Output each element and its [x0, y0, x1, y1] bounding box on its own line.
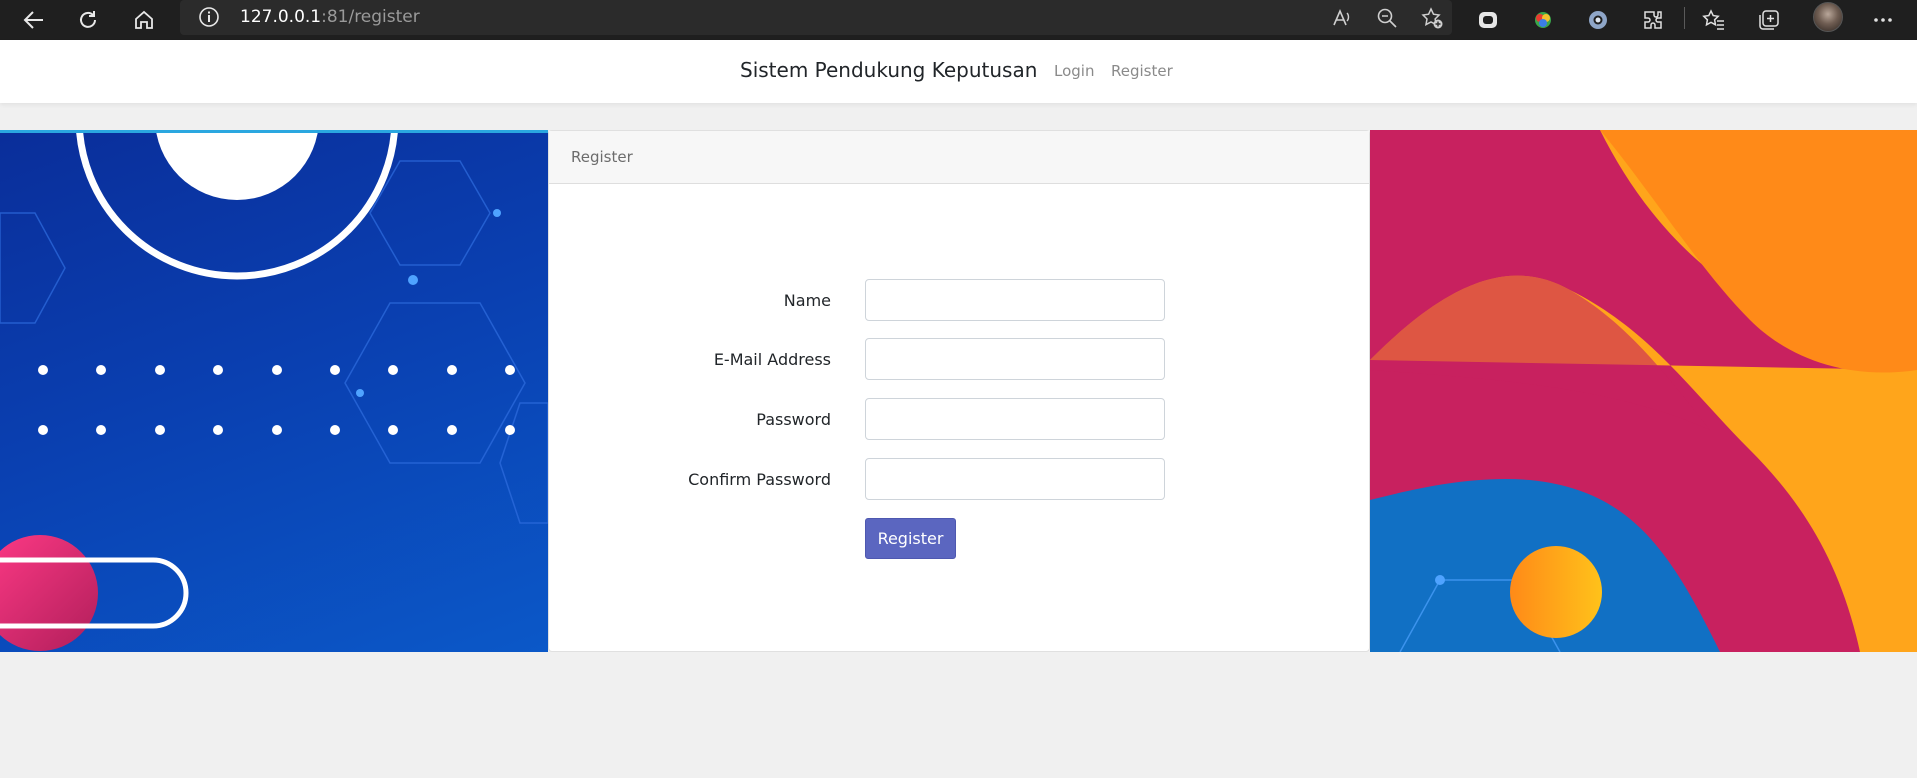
confirm-password-label: Confirm Password	[688, 470, 831, 489]
email-label: E-Mail Address	[713, 350, 831, 369]
site-info-icon[interactable]	[198, 6, 220, 28]
collections-icon[interactable]	[1749, 0, 1789, 40]
home-icon[interactable]	[124, 0, 164, 40]
url-text: 127.0.0.1:81/register	[240, 7, 420, 27]
extension-c-icon[interactable]	[1578, 0, 1618, 40]
read-aloud-icon[interactable]	[1322, 0, 1362, 35]
nav-login-link[interactable]: Login	[1054, 62, 1094, 80]
extension-b-icon[interactable]	[1523, 0, 1563, 40]
url-path: :81/register	[321, 7, 420, 27]
extensions-icon[interactable]	[1633, 0, 1673, 40]
back-icon[interactable]	[14, 0, 54, 40]
address-bar[interactable]: 127.0.0.1:81/register	[180, 0, 1452, 35]
password-input[interactable]	[865, 398, 1165, 440]
password-label: Password	[756, 410, 831, 429]
email-row: E-Mail Address	[549, 338, 1371, 382]
reload-icon[interactable]	[68, 0, 108, 40]
card-header: Register	[549, 131, 1369, 184]
zoom-out-icon[interactable]	[1367, 0, 1407, 35]
name-label: Name	[783, 291, 831, 310]
email-input[interactable]	[865, 338, 1165, 380]
password-row: Password	[549, 398, 1371, 442]
nav-register-link[interactable]: Register	[1111, 62, 1173, 80]
register-card: Register Name E-Mail Address Password Co…	[548, 130, 1370, 652]
left-background-art	[0, 130, 548, 652]
name-input[interactable]	[865, 279, 1165, 321]
profile-avatar[interactable]	[1813, 2, 1843, 32]
app-navbar: Sistem Pendukung Keputusan Login Registe…	[0, 40, 1917, 103]
confirm-password-row: Confirm Password	[549, 458, 1371, 502]
url-host: 127.0.0.1	[240, 7, 322, 27]
browser-toolbar: 127.0.0.1:81/register	[0, 0, 1917, 40]
brand-title[interactable]: Sistem Pendukung Keputusan	[740, 58, 1037, 82]
favorites-icon[interactable]	[1694, 0, 1734, 40]
extension-a-icon[interactable]	[1468, 0, 1508, 40]
toolbar-separator	[1684, 7, 1685, 29]
right-background-art	[1370, 130, 1917, 652]
add-favorite-icon[interactable]	[1412, 0, 1452, 35]
name-row: Name	[549, 279, 1371, 323]
register-button[interactable]: Register	[865, 518, 956, 559]
more-options-icon[interactable]	[1863, 0, 1903, 40]
confirm-password-input[interactable]	[865, 458, 1165, 500]
